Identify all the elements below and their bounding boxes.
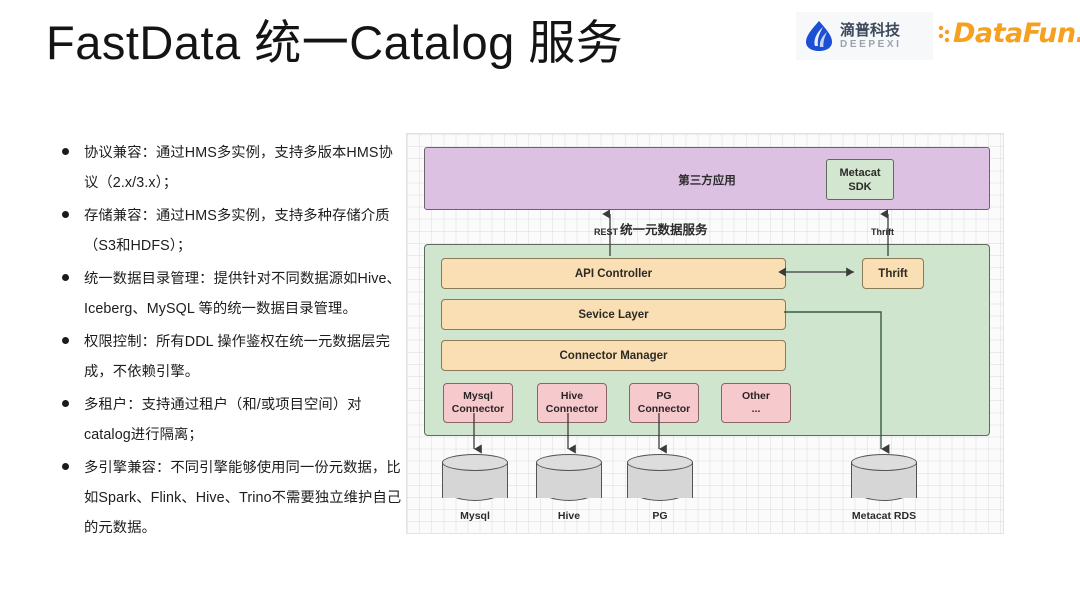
third-party-app-layer: 第三方应用 Metacat SDK <box>424 147 990 210</box>
datastore-label: Hive <box>557 510 581 522</box>
connector-label-line2: Connector <box>545 403 599 415</box>
unified-metadata-service-title: 统一元数据服务 <box>620 223 708 237</box>
metacat-sdk-label-line1: Metacat <box>839 166 881 179</box>
cylinder-top <box>536 454 602 471</box>
connector-label-line1: Mysql <box>463 390 493 402</box>
bullet-dot-icon <box>62 400 69 407</box>
api-controller-box: API Controller <box>441 258 786 289</box>
connector-label-line2: ... <box>751 403 761 415</box>
bullet-dot-icon <box>62 211 69 218</box>
connector-label-line1: PG <box>656 390 672 402</box>
datastore-label: PG <box>652 510 668 522</box>
hive-datastore: Hive <box>536 454 602 522</box>
rest-arrow-label: REST <box>594 227 619 237</box>
service-layer-box: Sevice Layer <box>441 299 786 330</box>
bullet-dot-icon <box>62 274 69 281</box>
bullet-dot-icon <box>62 337 69 344</box>
connector-label-line2: Connector <box>637 403 691 415</box>
thrift-box: Thrift <box>862 258 924 289</box>
mysql-connector-box: Mysql Connector <box>443 383 513 423</box>
list-item: 统一数据目录管理：提供针对不同数据源如Hive、Iceberg、MySQL 等的… <box>62 264 402 324</box>
bullet-dot-icon <box>62 463 69 470</box>
connector-manager-box: Connector Manager <box>441 340 786 371</box>
list-item: 多引擎兼容：不同引擎能够使用同一份元数据，比如Spark、Flink、Hive、… <box>62 453 402 543</box>
bullet-text: 多租户：支持通过租户（和/或项目空间）对catalog进行隔离； <box>84 397 362 443</box>
list-item: 权限控制：所有DDL 操作鉴权在统一元数据层完成，不依赖引擎。 <box>62 327 402 387</box>
mysql-datastore: Mysql <box>442 454 508 522</box>
bullet-text: 权限控制：所有DDL 操作鉴权在统一元数据层完成，不依赖引擎。 <box>84 334 390 380</box>
pg-datastore: PG <box>627 454 693 522</box>
slide-root: FastData 统一Catalog 服务 滴普科技 DEEPEXI DataF… <box>0 0 1080 607</box>
list-item: 存储兼容：通过HMS多实例，支持多种存储介质（S3和HDFS）； <box>62 201 402 261</box>
third-party-app-label: 第三方应用 <box>678 175 736 187</box>
cylinder-top <box>442 454 508 471</box>
deepexi-logo: 滴普科技 DEEPEXI <box>796 12 933 60</box>
pg-connector-box: PG Connector <box>629 383 699 423</box>
cylinder-top <box>851 454 917 471</box>
bullet-text: 协议兼容：通过HMS多实例，支持多版本HMS协议（2.x/3.x）； <box>84 145 393 191</box>
hive-connector-box: Hive Connector <box>537 383 607 423</box>
bullet-text: 存储兼容：通过HMS多实例，支持多种存储介质（S3和HDFS）； <box>84 208 390 254</box>
datafun-logo: DataFun. <box>938 18 1080 49</box>
metacat-sdk-box: Metacat SDK <box>826 159 894 200</box>
datafun-dots-icon <box>938 25 950 42</box>
other-connector-box: Other ... <box>721 383 791 423</box>
list-item: 多租户：支持通过租户（和/或项目空间）对catalog进行隔离； <box>62 390 402 450</box>
datastore-label: Mysql <box>460 510 490 522</box>
unified-metadata-service-panel: API Controller Sevice Layer Connector Ma… <box>424 244 990 436</box>
datafun-logo-text: DataFun. <box>953 18 1080 49</box>
feature-bullet-list: 协议兼容：通过HMS多实例，支持多版本HMS协议（2.x/3.x）； 存储兼容：… <box>62 138 402 546</box>
page-title: FastData 统一Catalog 服务 <box>46 16 624 69</box>
architecture-diagram: 第三方应用 Metacat SDK API Controller Sevice … <box>406 133 1004 534</box>
cylinder-top <box>627 454 693 471</box>
list-item: 协议兼容：通过HMS多实例，支持多版本HMS协议（2.x/3.x）； <box>62 138 402 198</box>
connector-label-line1: Other <box>741 390 770 402</box>
bullet-text: 统一数据目录管理：提供针对不同数据源如Hive、Iceberg、MySQL 等的… <box>84 271 401 317</box>
connector-label-line1: Hive <box>560 390 584 402</box>
connector-label-line2: Connector <box>451 403 505 415</box>
metacat-rds-datastore: Metacat RDS <box>851 454 917 522</box>
water-drop-icon <box>806 21 832 51</box>
deepexi-logo-cn: 滴普科技 <box>840 21 901 39</box>
bullet-text: 多引擎兼容：不同引擎能够使用同一份元数据，比如Spark、Flink、Hive、… <box>84 460 402 536</box>
deepexi-logo-en: DEEPEXI <box>840 38 902 50</box>
metacat-sdk-label-line2: SDK <box>848 180 872 193</box>
bullet-dot-icon <box>62 148 69 155</box>
datastore-label: Metacat RDS <box>851 510 917 522</box>
thrift-arrow-label: Thrift <box>871 227 894 237</box>
